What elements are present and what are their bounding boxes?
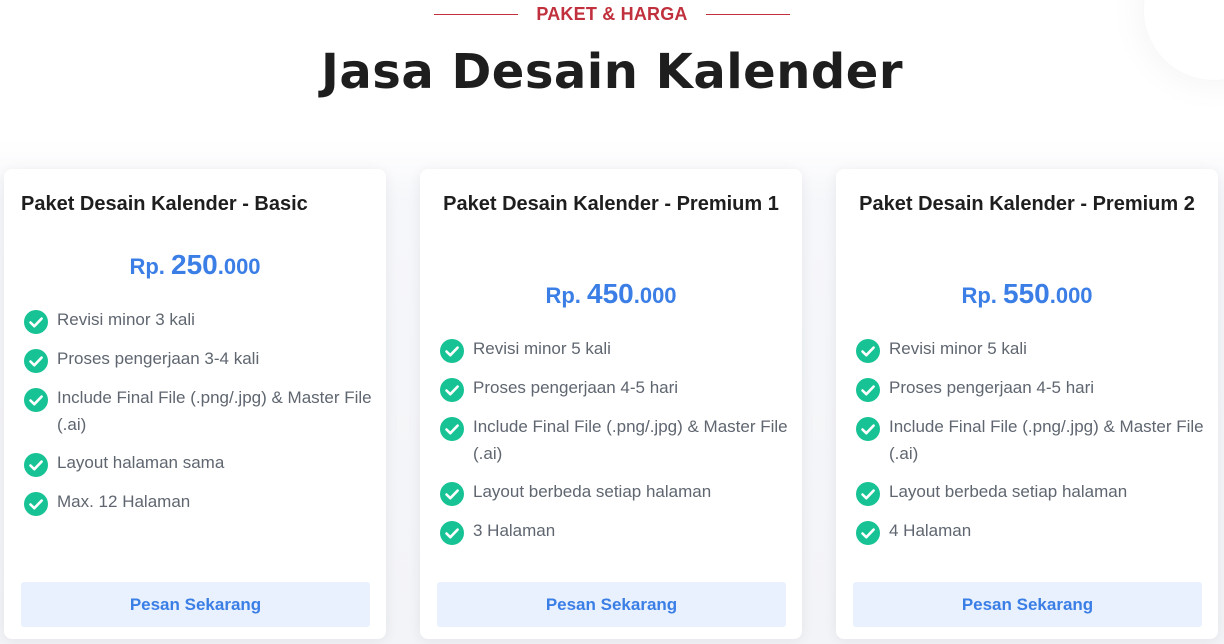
check-circle-icon (24, 349, 48, 373)
check-circle-icon (856, 339, 880, 363)
feature-item: Revisi minor 3 kali (24, 306, 374, 334)
check-circle-icon (24, 492, 48, 516)
feature-text: Revisi minor 5 kali (889, 339, 1027, 358)
feature-text: Include Final File (.png/.jpg) & Master … (473, 417, 788, 463)
feature-text: 4 Halaman (889, 521, 972, 540)
feature-item: Layout halaman sama (24, 449, 374, 477)
check-circle-icon (856, 378, 880, 402)
check-circle-icon (440, 339, 464, 363)
check-circle-icon (24, 388, 48, 412)
check-circle-icon (440, 417, 464, 441)
feature-item: 4 Halaman (856, 517, 1206, 545)
feature-list: Revisi minor 5 kali Proses pengerjaan 4-… (856, 335, 1206, 556)
pricing-card-basic: Paket Desain Kalender - Basic Rp. 250.00… (4, 169, 386, 639)
feature-text: 3 Halaman (473, 521, 556, 540)
pricing-section: PAKET & HARGA Jasa Desain Kalender Paket… (0, 0, 1224, 644)
feature-text: Layout berbeda setiap halaman (889, 482, 1128, 501)
feature-text: Proses pengerjaan 4-5 hari (889, 378, 1095, 397)
check-circle-icon (440, 482, 464, 506)
card-title: Paket Desain Kalender - Basic (21, 193, 308, 215)
feature-item: Max. 12 Halaman (24, 488, 374, 516)
price-main: 450 (587, 278, 634, 309)
feature-item: Revisi minor 5 kali (856, 335, 1206, 363)
price-suffix: .000 (217, 254, 261, 279)
feature-text: Layout berbeda setiap halaman (473, 482, 712, 501)
price-prefix: Rp. (545, 283, 587, 308)
check-circle-icon (856, 417, 880, 441)
pricing-card-premium-2: Paket Desain Kalender - Premium 2 Rp. 55… (836, 169, 1218, 639)
price-suffix: .000 (1049, 283, 1093, 308)
feature-text: Proses pengerjaan 3-4 kali (57, 349, 260, 368)
feature-item: Revisi minor 5 kali (440, 335, 790, 363)
feature-list: Revisi minor 3 kali Proses pengerjaan 3-… (24, 306, 374, 527)
feature-item: 3 Halaman (440, 517, 790, 545)
section-title: Jasa Desain Kalender (321, 44, 903, 100)
eyebrow-line-right (705, 13, 790, 15)
order-button[interactable]: Pesan Sekarang (21, 582, 370, 627)
feature-text: Max. 12 Halaman (57, 492, 191, 511)
feature-item: Proses pengerjaan 3-4 kali (24, 345, 374, 373)
eyebrow-line-left (434, 13, 519, 15)
feature-list: Revisi minor 5 kali Proses pengerjaan 4-… (440, 335, 790, 556)
card-price: Rp. 550.000 (836, 278, 1218, 310)
price-prefix: Rp. (129, 254, 171, 279)
card-price: Rp. 450.000 (420, 278, 802, 310)
check-circle-icon (440, 378, 464, 402)
feature-text: Proses pengerjaan 4-5 hari (473, 378, 679, 397)
feature-text: Layout halaman sama (57, 453, 225, 472)
feature-item: Include Final File (.png/.jpg) & Master … (24, 384, 374, 438)
feature-item: Include Final File (.png/.jpg) & Master … (856, 413, 1206, 467)
eyebrow-label: PAKET & HARGA (536, 3, 688, 24)
feature-text: Include Final File (.png/.jpg) & Master … (889, 417, 1204, 463)
card-title: Paket Desain Kalender - Premium 1 (443, 193, 779, 215)
price-suffix: .000 (633, 283, 677, 308)
price-main: 250 (171, 249, 218, 280)
price-main: 550 (1003, 278, 1050, 309)
feature-item: Proses pengerjaan 4-5 hari (440, 374, 790, 402)
feature-item: Layout berbeda setiap halaman (856, 478, 1206, 506)
check-circle-icon (856, 521, 880, 545)
card-title: Paket Desain Kalender - Premium 2 (859, 193, 1195, 215)
feature-text: Revisi minor 3 kali (57, 310, 195, 329)
feature-item: Proses pengerjaan 4-5 hari (856, 374, 1206, 402)
check-circle-icon (440, 521, 464, 545)
order-button[interactable]: Pesan Sekarang (437, 582, 786, 627)
section-eyebrow: PAKET & HARGA (0, 0, 1224, 28)
order-button[interactable]: Pesan Sekarang (853, 582, 1202, 627)
feature-text: Revisi minor 5 kali (473, 339, 611, 358)
check-circle-icon (24, 310, 48, 334)
pricing-card-premium-1: Paket Desain Kalender - Premium 1 Rp. 45… (420, 169, 802, 639)
check-circle-icon (856, 482, 880, 506)
feature-item: Layout berbeda setiap halaman (440, 478, 790, 506)
feature-text: Include Final File (.png/.jpg) & Master … (57, 388, 372, 434)
check-circle-icon (24, 453, 48, 477)
feature-item: Include Final File (.png/.jpg) & Master … (440, 413, 790, 467)
card-price: Rp. 250.000 (4, 249, 386, 281)
price-prefix: Rp. (961, 283, 1003, 308)
